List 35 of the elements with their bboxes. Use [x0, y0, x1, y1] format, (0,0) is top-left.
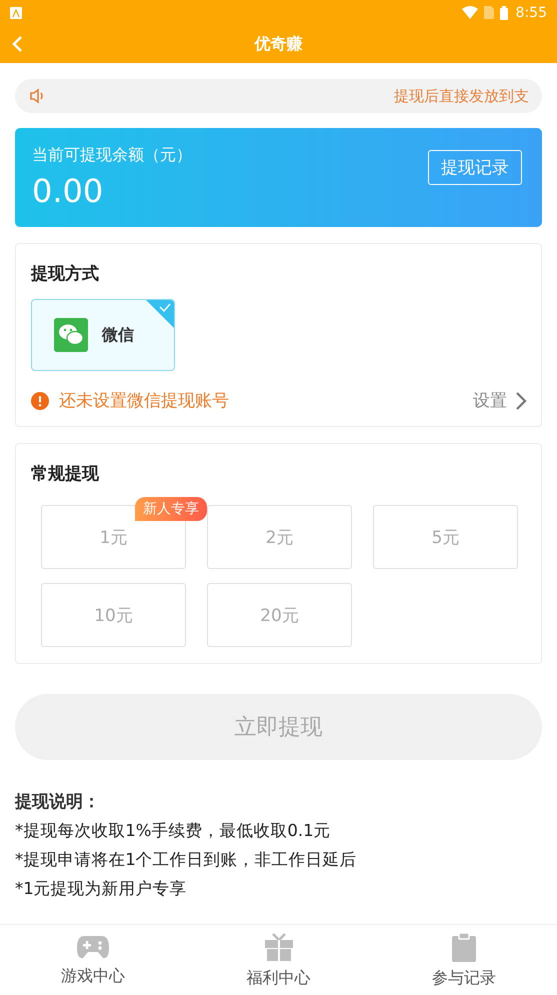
- tab-item[interactable]: 参与记录: [371, 925, 557, 995]
- note-text: *提现申请将在1个工作日到账，非工作日延后: [15, 849, 358, 871]
- check-icon: [146, 300, 174, 328]
- balance-amount: 0.00: [32, 172, 104, 210]
- amount-option[interactable]: 10元: [41, 583, 186, 647]
- gift-icon: [264, 932, 294, 962]
- note-text: *提现每次收取1%手续费，最低收取0.1元: [15, 820, 332, 842]
- notes-title: 提现说明：: [15, 791, 101, 813]
- clipboard-icon: [451, 932, 478, 962]
- balance-label: 当前可提现余额（元）: [32, 145, 193, 166]
- sim-icon: [484, 6, 494, 19]
- payment-option[interactable]: 微信: [31, 299, 175, 371]
- amount-option[interactable]: 2元: [207, 505, 352, 569]
- page-title: 优奇赚: [254, 34, 302, 54]
- chat-bubbles-icon: [54, 318, 88, 352]
- battery-icon: [500, 6, 508, 20]
- section-title: 提现方式: [31, 263, 100, 285]
- withdraw-records-button[interactable]: 提现记录: [428, 150, 522, 185]
- notification-icon: [10, 6, 22, 18]
- tab-item[interactable]: 游戏中心: [0, 925, 186, 995]
- warning-text: 还未设置微信提现账号: [59, 390, 229, 412]
- chevron-icon: [515, 390, 527, 410]
- amount-option[interactable]: 20元: [207, 583, 352, 647]
- wifi-icon: [462, 6, 478, 19]
- warning-icon: [31, 392, 49, 410]
- section-title: 常规提现: [31, 463, 100, 485]
- notice-text: 提现后直接发放到支: [394, 86, 529, 106]
- status-time: 8:55: [516, 4, 547, 20]
- new-user-badge: 新人专享: [135, 497, 207, 521]
- gamepad-icon: [76, 934, 110, 960]
- amount-option[interactable]: 5元: [373, 505, 518, 569]
- settings-link[interactable]: 设置: [473, 389, 527, 412]
- back-icon: [12, 35, 23, 53]
- tab-item[interactable]: 福利中心: [186, 925, 372, 995]
- note-text: *1元提现为新用户专享: [15, 878, 188, 900]
